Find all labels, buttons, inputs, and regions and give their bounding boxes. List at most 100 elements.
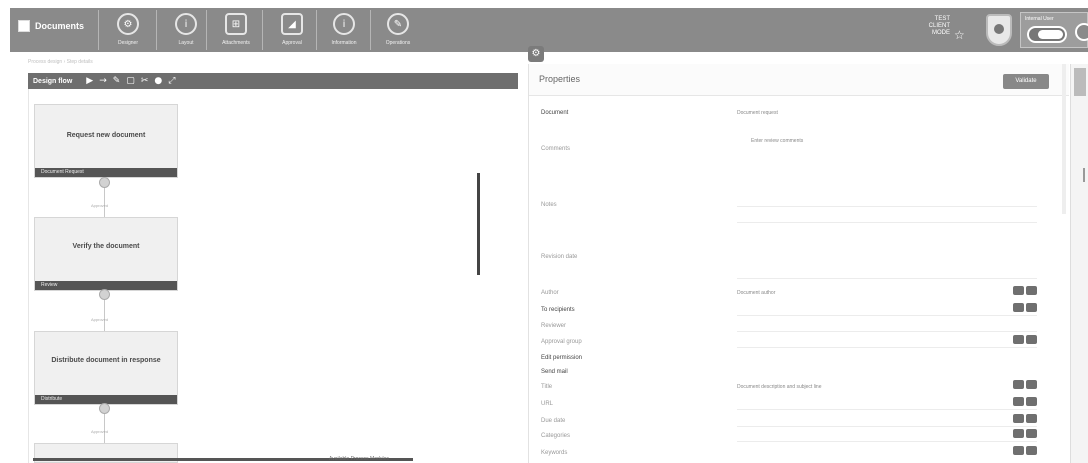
remove-button[interactable] [1026, 429, 1037, 438]
row-buttons [1013, 397, 1037, 406]
cut-tool-icon[interactable]: ✂ [141, 76, 149, 86]
flow-step-footer: Document Request [35, 168, 177, 177]
remove-button[interactable] [1026, 335, 1037, 344]
connector-handle[interactable] [99, 177, 110, 188]
environment-label: TEST CLIENT MODE [906, 16, 950, 37]
right-edge-panel [1070, 64, 1088, 463]
toolbar-divider [98, 10, 99, 50]
toolbar-attachments-button[interactable]: ⊞ Attachments [210, 10, 262, 50]
flow-step[interactable]: Distribute document in response Distribu… [34, 331, 178, 405]
property-value[interactable]: Document request [737, 110, 778, 116]
property-label: Keywords [541, 450, 568, 456]
row-buttons [1013, 286, 1037, 295]
document-icon [18, 20, 30, 32]
property-label: Document [541, 110, 569, 116]
toolbar-information-button[interactable]: i Information [318, 10, 370, 50]
toolbar-divider [316, 10, 317, 50]
field-underline [737, 409, 1037, 410]
add-button[interactable] [1013, 446, 1024, 455]
app-brand[interactable]: Documents [18, 20, 84, 32]
property-value[interactable]: Enter review comments [751, 138, 803, 144]
user-label: Internal User [1025, 16, 1054, 22]
toolbar-divider [156, 10, 157, 50]
flow-step[interactable]: Request new document Document Request [34, 104, 178, 178]
toolbar-divider [262, 10, 263, 50]
expand-tool-icon[interactable]: ⤢ [168, 76, 175, 86]
favorite-star-icon[interactable]: ☆ [954, 28, 965, 42]
remove-button[interactable] [1026, 303, 1037, 312]
flow-step-title: Request new document [66, 132, 146, 139]
remove-button[interactable] [1026, 414, 1037, 423]
field-underline [737, 315, 1037, 316]
remove-button[interactable] [1026, 397, 1037, 406]
flow-step[interactable]: Verify the document Review [34, 217, 178, 291]
toolbar-approval-button[interactable]: ◢ Approval [266, 10, 318, 50]
property-label: Comments [541, 146, 571, 152]
app-brand-label: Documents [35, 21, 85, 31]
connector-handle[interactable] [99, 403, 110, 414]
pen-tool-icon[interactable]: ✎ [113, 76, 121, 86]
gear-icon: ⚙ [117, 13, 139, 35]
row-buttons [1013, 303, 1037, 312]
add-button[interactable] [1013, 303, 1024, 312]
environment-line: CLIENT [928, 23, 950, 29]
row-buttons [1013, 446, 1037, 455]
add-button[interactable] [1013, 429, 1024, 438]
main-toolbar: Documents ⚙ Designer i Layout ⊞ Attachme… [10, 8, 1088, 52]
user-avatar[interactable] [1075, 23, 1088, 41]
collapse-handle[interactable] [1074, 68, 1086, 96]
designer-footer-text: Available Process Modules [329, 456, 389, 462]
resize-grip[interactable] [1083, 168, 1085, 182]
properties-title: Properties [539, 74, 581, 84]
designer-canvas[interactable]: Request new document Document Request Ap… [28, 89, 518, 463]
pointer-tool-icon[interactable]: ▶ [86, 76, 93, 86]
connector-label: Approved [91, 317, 109, 322]
breadcrumb[interactable]: Process design › Step details [28, 59, 93, 65]
add-button[interactable] [1013, 397, 1024, 406]
property-label: Due date [541, 418, 566, 424]
row-buttons [1013, 429, 1037, 438]
connector-handle[interactable] [99, 289, 110, 300]
toolbar-operations-button[interactable]: ✎ Operations [372, 10, 424, 50]
toolbar-button-label: Designer [117, 40, 138, 46]
toolbar-button-label: Attachments [222, 40, 250, 46]
property-label: Reviewer [541, 323, 567, 329]
panel-splitter[interactable] [477, 173, 480, 275]
property-value[interactable]: Document description and subject line [737, 384, 822, 390]
field-underline [737, 347, 1037, 348]
flow-step-title: Distribute document in response [51, 357, 161, 364]
toolbar-layout-button[interactable]: i Layout [160, 10, 212, 50]
add-button[interactable] [1013, 286, 1024, 295]
info-icon: i [175, 13, 197, 35]
toolbar-divider [370, 10, 371, 50]
property-label: To recipients [541, 307, 575, 313]
user-panel[interactable]: Internal User [1020, 12, 1088, 48]
toolbar-button-label: Operations [385, 40, 411, 46]
field-underline [737, 206, 1037, 207]
user-toggle[interactable] [1027, 26, 1067, 43]
attach-icon: ⊞ [225, 13, 247, 35]
edit-icon: ◢ [281, 13, 303, 35]
shield-icon[interactable] [986, 14, 1012, 46]
field-underline [737, 278, 1037, 279]
add-button[interactable] [1013, 335, 1024, 344]
row-buttons [1013, 414, 1037, 423]
property-label: Revision date [541, 254, 578, 260]
connector-label: Approved [91, 203, 109, 208]
pencil-icon: ✎ [387, 13, 409, 35]
toolbar-designer-button[interactable]: ⚙ Designer [102, 10, 154, 50]
property-value[interactable]: Document author [737, 290, 775, 296]
field-underline [737, 426, 1037, 427]
remove-button[interactable] [1026, 446, 1037, 455]
remove-button[interactable] [1026, 286, 1037, 295]
flow-step-title: Verify the document [72, 243, 140, 250]
add-button[interactable] [1013, 380, 1024, 389]
settings-gear-icon[interactable]: ⚙ [528, 46, 544, 62]
validate-button[interactable]: Validate [1003, 74, 1049, 89]
box-tool-icon[interactable]: ▢ [126, 76, 135, 86]
remove-button[interactable] [1026, 380, 1037, 389]
node-tool-icon[interactable]: ● [154, 76, 162, 86]
add-button[interactable] [1013, 414, 1024, 423]
properties-scrollbar[interactable] [1062, 64, 1066, 214]
arrow-tool-icon[interactable]: → [99, 76, 107, 86]
